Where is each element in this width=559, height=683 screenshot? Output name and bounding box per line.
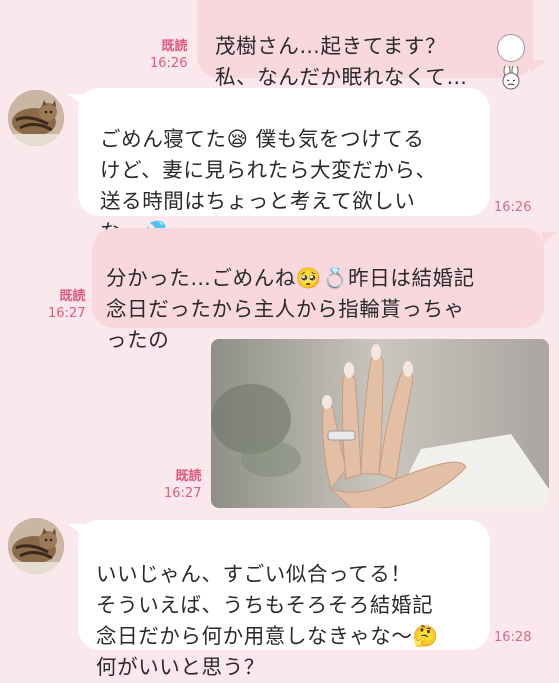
hand-with-ring-photo[interactable] — [211, 339, 549, 508]
message-text: ごめん寝てた😪 僕も気をつけてる けど、妻に見られたら大変だから、 送る時間はち… — [100, 127, 437, 244]
message-time: 16:27 — [164, 486, 202, 501]
message-time: 16:26 — [150, 56, 188, 71]
message-time: 16:28 — [494, 630, 532, 645]
message-time: 16:27 — [48, 306, 86, 321]
message-bubble-incoming[interactable]: いいじゃん、すごい似合ってる！ そういえば、うちもそろそろ結婚記 念日だから何か… — [78, 520, 490, 679]
message-meta: 既読 16:26 — [150, 38, 187, 72]
message-text: 茂樹さん…起きてます？ 私、なんだか眠れなくて… — [215, 34, 468, 89]
message-time: 16:26 — [494, 200, 532, 215]
read-receipt: 既読 — [175, 469, 202, 484]
avatar[interactable] — [8, 518, 64, 574]
read-receipt: 既読 — [59, 289, 86, 304]
message-bubble-incoming[interactable]: ごめん寝てた😪 僕も気をつけてる けど、妻に見られたら大変だから、 送る時間はち… — [78, 88, 490, 244]
bubble-tail — [542, 232, 558, 244]
message-bubble-outgoing[interactable]: 茂樹さん…起きてます？ 私、なんだか眠れなくて… — [197, 0, 533, 90]
message-bubble-outgoing[interactable]: 分かった…ごめんね🥺💍昨日は結婚記 念日だったから主人から指輪貰っちゃ ったの — [92, 228, 544, 352]
avatar[interactable] — [8, 90, 64, 146]
message-text: いいじゃん、すごい似合ってる！ そういえば、うちもそろそろ結婚記 念日だから何か… — [96, 562, 439, 679]
read-receipt: 既読 — [161, 39, 188, 54]
message-meta: 既読 16:27 — [164, 468, 201, 502]
bubble-tail — [531, 60, 547, 72]
message-meta: 既読 16:27 — [48, 288, 85, 322]
chat-thread[interactable]: 既読 16:26 茂樹さん…起きてます？ 私、なんだか眠れなくて… ごめん寝てた… — [0, 0, 559, 679]
bunny-crying-sticker-icon — [497, 34, 525, 90]
